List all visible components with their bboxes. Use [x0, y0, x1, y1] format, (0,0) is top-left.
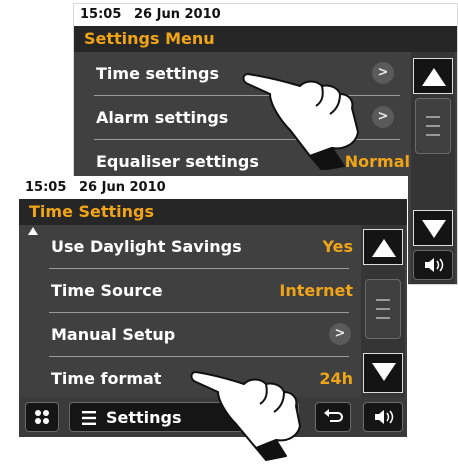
menu-item-label: Manual Setup: [51, 325, 176, 344]
settings-button-label: Settings: [106, 408, 182, 427]
scroll-up-icon[interactable]: [413, 58, 453, 94]
scroll-down-icon[interactable]: [413, 210, 453, 246]
scroll-thumb[interactable]: [415, 98, 451, 154]
menu-item-value: Yes: [322, 237, 354, 256]
scroll-down-icon[interactable]: [363, 353, 403, 393]
menu-item-use-daylight-savings[interactable]: Use Daylight Savings Yes: [19, 225, 359, 269]
menu-title: Settings Menu: [74, 26, 457, 52]
menu-item-value: 24h: [319, 369, 353, 388]
list-menu-icon: [82, 411, 96, 425]
clock-time: 15:05: [80, 7, 122, 22]
menu-item-label: Time settings: [96, 64, 220, 83]
menu-title: Time Settings: [19, 199, 407, 225]
volume-button[interactable]: [363, 402, 403, 432]
scroll-thumb[interactable]: [365, 279, 401, 339]
clock-date: 26 Jun 2010: [79, 180, 166, 195]
status-bar: 15:05 26 Jun 2010: [19, 177, 407, 199]
volume-icon: [425, 258, 444, 272]
scrollbar[interactable]: [411, 52, 455, 284]
clock-date: 26 Jun 2010: [134, 7, 221, 22]
grid-menu-icon: [35, 410, 49, 424]
menu-item-label: Use Daylight Savings: [51, 237, 242, 256]
pointing-hand-icon: [190, 371, 301, 461]
pointing-hand-icon: [242, 73, 359, 170]
volume-button[interactable]: [413, 250, 453, 280]
menu-item-label: Time Source: [51, 281, 163, 300]
back-arrow-icon: [324, 409, 343, 422]
scrollbar[interactable]: [361, 225, 405, 397]
volume-icon: [375, 410, 394, 424]
back-button[interactable]: [315, 402, 351, 432]
grid-menu-button[interactable]: [25, 402, 59, 432]
chevron-right-icon: >: [329, 323, 351, 345]
menu-item-value: Internet: [279, 281, 353, 300]
menu-item-label: Equaliser settings: [96, 152, 259, 171]
menu-item-time-source[interactable]: Time Source Internet: [19, 269, 359, 313]
menu-item-label: Alarm settings: [96, 108, 229, 127]
menu-item-label: Time format: [51, 369, 162, 388]
menu-item-manual-setup[interactable]: Manual Setup >: [19, 313, 359, 357]
status-bar: 15:05 26 Jun 2010: [74, 4, 457, 26]
scroll-up-icon[interactable]: [363, 229, 403, 265]
clock-time: 15:05: [25, 180, 67, 195]
